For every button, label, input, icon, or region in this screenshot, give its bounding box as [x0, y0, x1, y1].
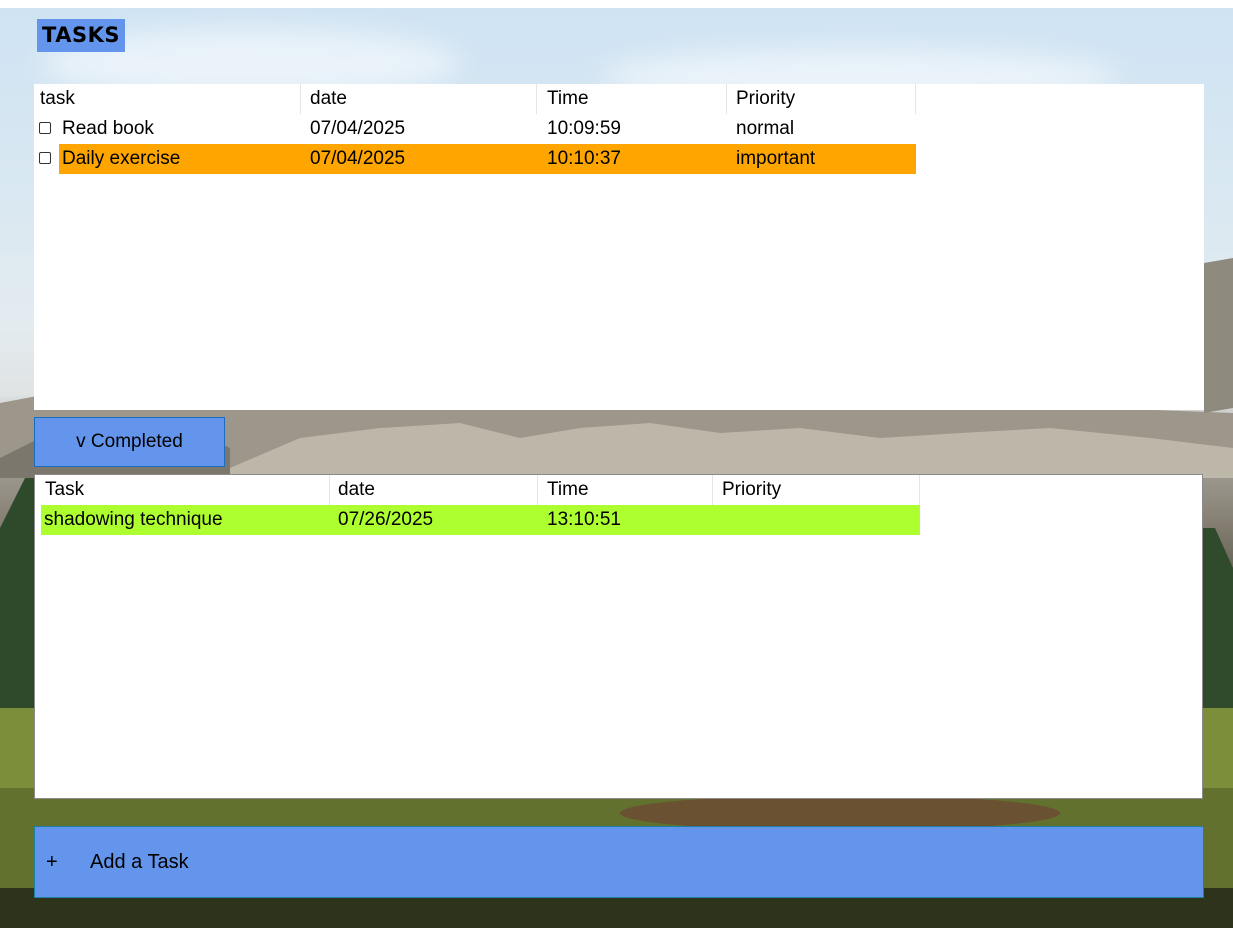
task-priority: important: [736, 148, 816, 169]
task-date: 07/04/2025: [310, 118, 406, 139]
completed-toggle-button[interactable]: v Completed: [34, 417, 225, 467]
task-row[interactable]: Daily exercise 07/04/2025 10:10:37 impor…: [34, 144, 1204, 174]
completed-task-row[interactable]: shadowing technique 07/26/2025 13:10:51: [35, 505, 1202, 535]
column-header-date[interactable]: date: [330, 475, 538, 505]
task-time: 10:10:37: [547, 148, 621, 169]
add-task-button[interactable]: + Add a Task: [34, 826, 1204, 898]
column-header-time[interactable]: Time: [537, 84, 727, 114]
task-row[interactable]: Read book 07/04/2025 10:09:59 normal: [34, 114, 1204, 144]
completed-list-view[interactable]: Task date Time Priority shadowing techni…: [34, 474, 1203, 799]
column-header-task[interactable]: task: [34, 84, 301, 114]
task-time: 10:09:59: [547, 118, 621, 139]
column-header-priority[interactable]: Priority: [727, 84, 916, 114]
tasks-list-view[interactable]: task date Time Priority Read book 07/04/…: [34, 84, 1204, 410]
task-name: Read book: [62, 118, 154, 139]
add-task-label: Add a Task: [90, 851, 189, 873]
task-priority: normal: [736, 118, 795, 139]
completed-list-header: Task date Time Priority: [35, 475, 1202, 505]
column-header-time[interactable]: Time: [538, 475, 713, 505]
task-name: Daily exercise: [62, 148, 181, 169]
task-date: 07/04/2025: [310, 148, 406, 169]
task-name: shadowing technique: [44, 509, 223, 530]
tasks-list-header: task date Time Priority: [34, 84, 1204, 114]
column-header-priority[interactable]: Priority: [713, 475, 920, 505]
column-header-date[interactable]: date: [301, 84, 537, 114]
column-header-task[interactable]: Task: [35, 475, 330, 505]
task-priority: [722, 505, 920, 535]
page-title: TASKS: [37, 19, 125, 52]
task-complete-checkbox[interactable]: [39, 152, 51, 164]
task-date: 07/26/2025: [338, 509, 434, 530]
task-complete-checkbox[interactable]: [39, 122, 51, 134]
task-time: 13:10:51: [547, 509, 621, 530]
plus-icon: +: [46, 851, 58, 873]
